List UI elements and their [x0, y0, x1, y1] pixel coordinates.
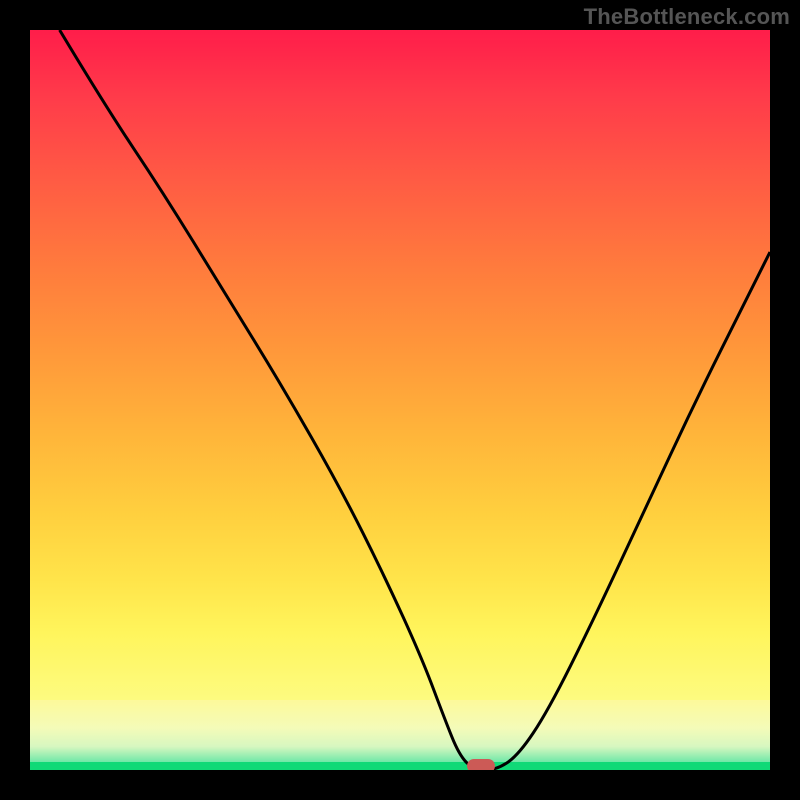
chart-frame: TheBottleneck.com — [0, 0, 800, 800]
bottleneck-curve — [60, 30, 770, 770]
curve-svg — [30, 30, 770, 770]
optimal-marker — [467, 759, 495, 770]
plot-area — [30, 30, 770, 770]
watermark-text: TheBottleneck.com — [584, 4, 790, 30]
